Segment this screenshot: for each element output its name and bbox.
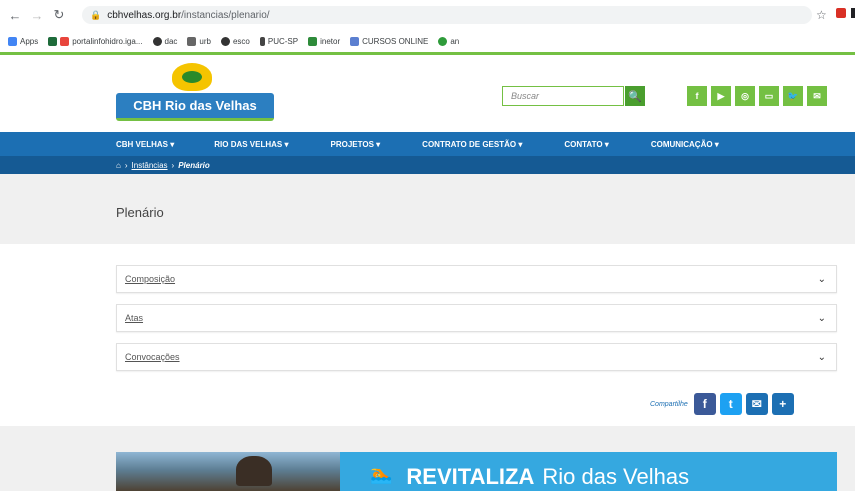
- site-logo[interactable]: CBH Rio das Velhas: [116, 63, 274, 121]
- extension-icon[interactable]: [836, 8, 846, 18]
- bookmark-star-icon[interactable]: ☆: [816, 8, 827, 22]
- favicon-icon: [438, 36, 448, 46]
- facebook-share-icon[interactable]: f: [693, 393, 716, 415]
- page-title: Plenário: [116, 205, 164, 220]
- accordion-composicao[interactable]: Composição ⌄: [116, 265, 837, 293]
- nav-contato[interactable]: CONTATO ▾: [564, 140, 608, 149]
- search-input[interactable]: Buscar: [502, 86, 624, 106]
- nav-comunicacao[interactable]: COMUNICAÇÃO ▾: [651, 140, 719, 149]
- accordion-label: Composição: [125, 274, 176, 284]
- home-icon[interactable]: ⌂: [116, 161, 121, 170]
- chevron-down-icon: ⌄: [817, 351, 826, 363]
- breadcrumb-instancias[interactable]: Instâncias: [132, 161, 168, 170]
- bookmark-an[interactable]: an: [438, 36, 459, 46]
- bookmark-urb[interactable]: urb: [187, 36, 211, 46]
- nav-rio-das-velhas[interactable]: RIO DAS VELHAS ▾: [214, 140, 288, 149]
- bookmark-dac[interactable]: dac: [152, 36, 177, 46]
- twitter-share-icon[interactable]: t: [719, 393, 742, 415]
- url-domain: cbhvelhas.org.br: [107, 9, 182, 21]
- revitaliza-banner[interactable]: 🏊 REVITALIZA Rio das Velhas: [340, 452, 837, 491]
- search-button[interactable]: 🔍: [625, 86, 645, 106]
- header-accent-line: [0, 52, 855, 55]
- social-links: f ▶ ◎ ▭ 🐦 ✉: [687, 86, 827, 106]
- breadcrumb-separator: ›: [124, 160, 128, 170]
- globe-icon: [152, 36, 162, 46]
- breadcrumb: ⌂ › Instâncias › Plenário: [0, 156, 855, 174]
- swimmer-icon: 🏊: [370, 464, 393, 484]
- bookmark-portalinfohidro[interactable]: portalinfohidro.iga...: [48, 36, 143, 46]
- favicon-icon: [259, 36, 265, 46]
- bookmarks-bar: Apps portalinfohidro.iga... dac urb esco…: [0, 30, 855, 52]
- banner-subtitle: Rio das Velhas: [542, 464, 690, 489]
- search-icon: 🔍: [628, 90, 642, 103]
- forward-arrow-icon[interactable]: →: [28, 6, 46, 24]
- nav-projetos[interactable]: PROJETOS ▾: [331, 140, 381, 149]
- nav-cbh-velhas[interactable]: CBH VELHAS ▾: [116, 140, 174, 149]
- lock-icon: 🔒: [90, 9, 102, 20]
- facebook-icon[interactable]: f: [687, 86, 707, 106]
- browser-toolbar: ← → ↻ 🔒 cbhvelhas.org.br /instancias/ple…: [0, 0, 855, 30]
- reload-icon[interactable]: ↻: [50, 6, 68, 24]
- more-share-icon[interactable]: +: [771, 393, 794, 415]
- share-label: Compartilhe: [650, 400, 688, 408]
- email-share-icon[interactable]: ✉: [745, 393, 768, 415]
- share-bar: Compartilhe f t ✉ +: [650, 393, 794, 415]
- youtube-icon[interactable]: ▶: [711, 86, 731, 106]
- bookmark-apps[interactable]: Apps: [8, 36, 38, 46]
- globe-icon: [220, 36, 230, 46]
- favicon-icon: [48, 36, 58, 46]
- bookmark-cursos-online[interactable]: CURSOS ONLINE: [350, 36, 428, 46]
- breadcrumb-separator: ›: [171, 160, 175, 170]
- bookmark-puc-sp[interactable]: PUC-SP: [259, 36, 298, 46]
- accordion-label: Convocações: [125, 352, 180, 362]
- bookmark-inetor[interactable]: inetor: [308, 36, 340, 46]
- favicon-icon: [350, 36, 360, 46]
- bookmark-esco[interactable]: esco: [220, 36, 250, 46]
- extension-icon[interactable]: [851, 8, 855, 18]
- email-icon[interactable]: ✉: [807, 86, 827, 106]
- building-icon: [187, 36, 197, 46]
- flickr-icon[interactable]: ▭: [759, 86, 779, 106]
- apps-grid-icon: [8, 36, 17, 46]
- favicon-icon: [60, 36, 70, 46]
- chevron-down-icon: ⌄: [817, 312, 826, 324]
- back-arrow-icon[interactable]: ←: [6, 6, 24, 24]
- instagram-icon[interactable]: ◎: [735, 86, 755, 106]
- logo-text: CBH Rio das Velhas: [116, 93, 274, 121]
- twitter-icon[interactable]: 🐦: [783, 86, 803, 106]
- nav-contrato-de-gestao[interactable]: CONTRATO DE GESTÃO ▾: [422, 140, 522, 149]
- banner-photo: [116, 452, 340, 491]
- chevron-down-icon: ⌄: [817, 273, 826, 285]
- banner-title: REVITALIZA: [406, 464, 535, 489]
- url-path: /instancias/plenario/: [181, 9, 270, 21]
- accordion-label: Atas: [125, 313, 144, 323]
- accordion-atas[interactable]: Atas ⌄: [116, 304, 837, 332]
- breadcrumb-current: Plenário: [178, 160, 210, 170]
- accordion-convocacoes[interactable]: Convocações ⌄: [116, 343, 837, 371]
- fish-logo-icon: [172, 63, 212, 91]
- main-navigation: CBH VELHAS ▾ RIO DAS VELHAS ▾ PROJETOS ▾…: [0, 132, 855, 156]
- address-bar[interactable]: 🔒 cbhvelhas.org.br /instancias/plenario/: [82, 6, 812, 24]
- favicon-icon: [308, 36, 318, 46]
